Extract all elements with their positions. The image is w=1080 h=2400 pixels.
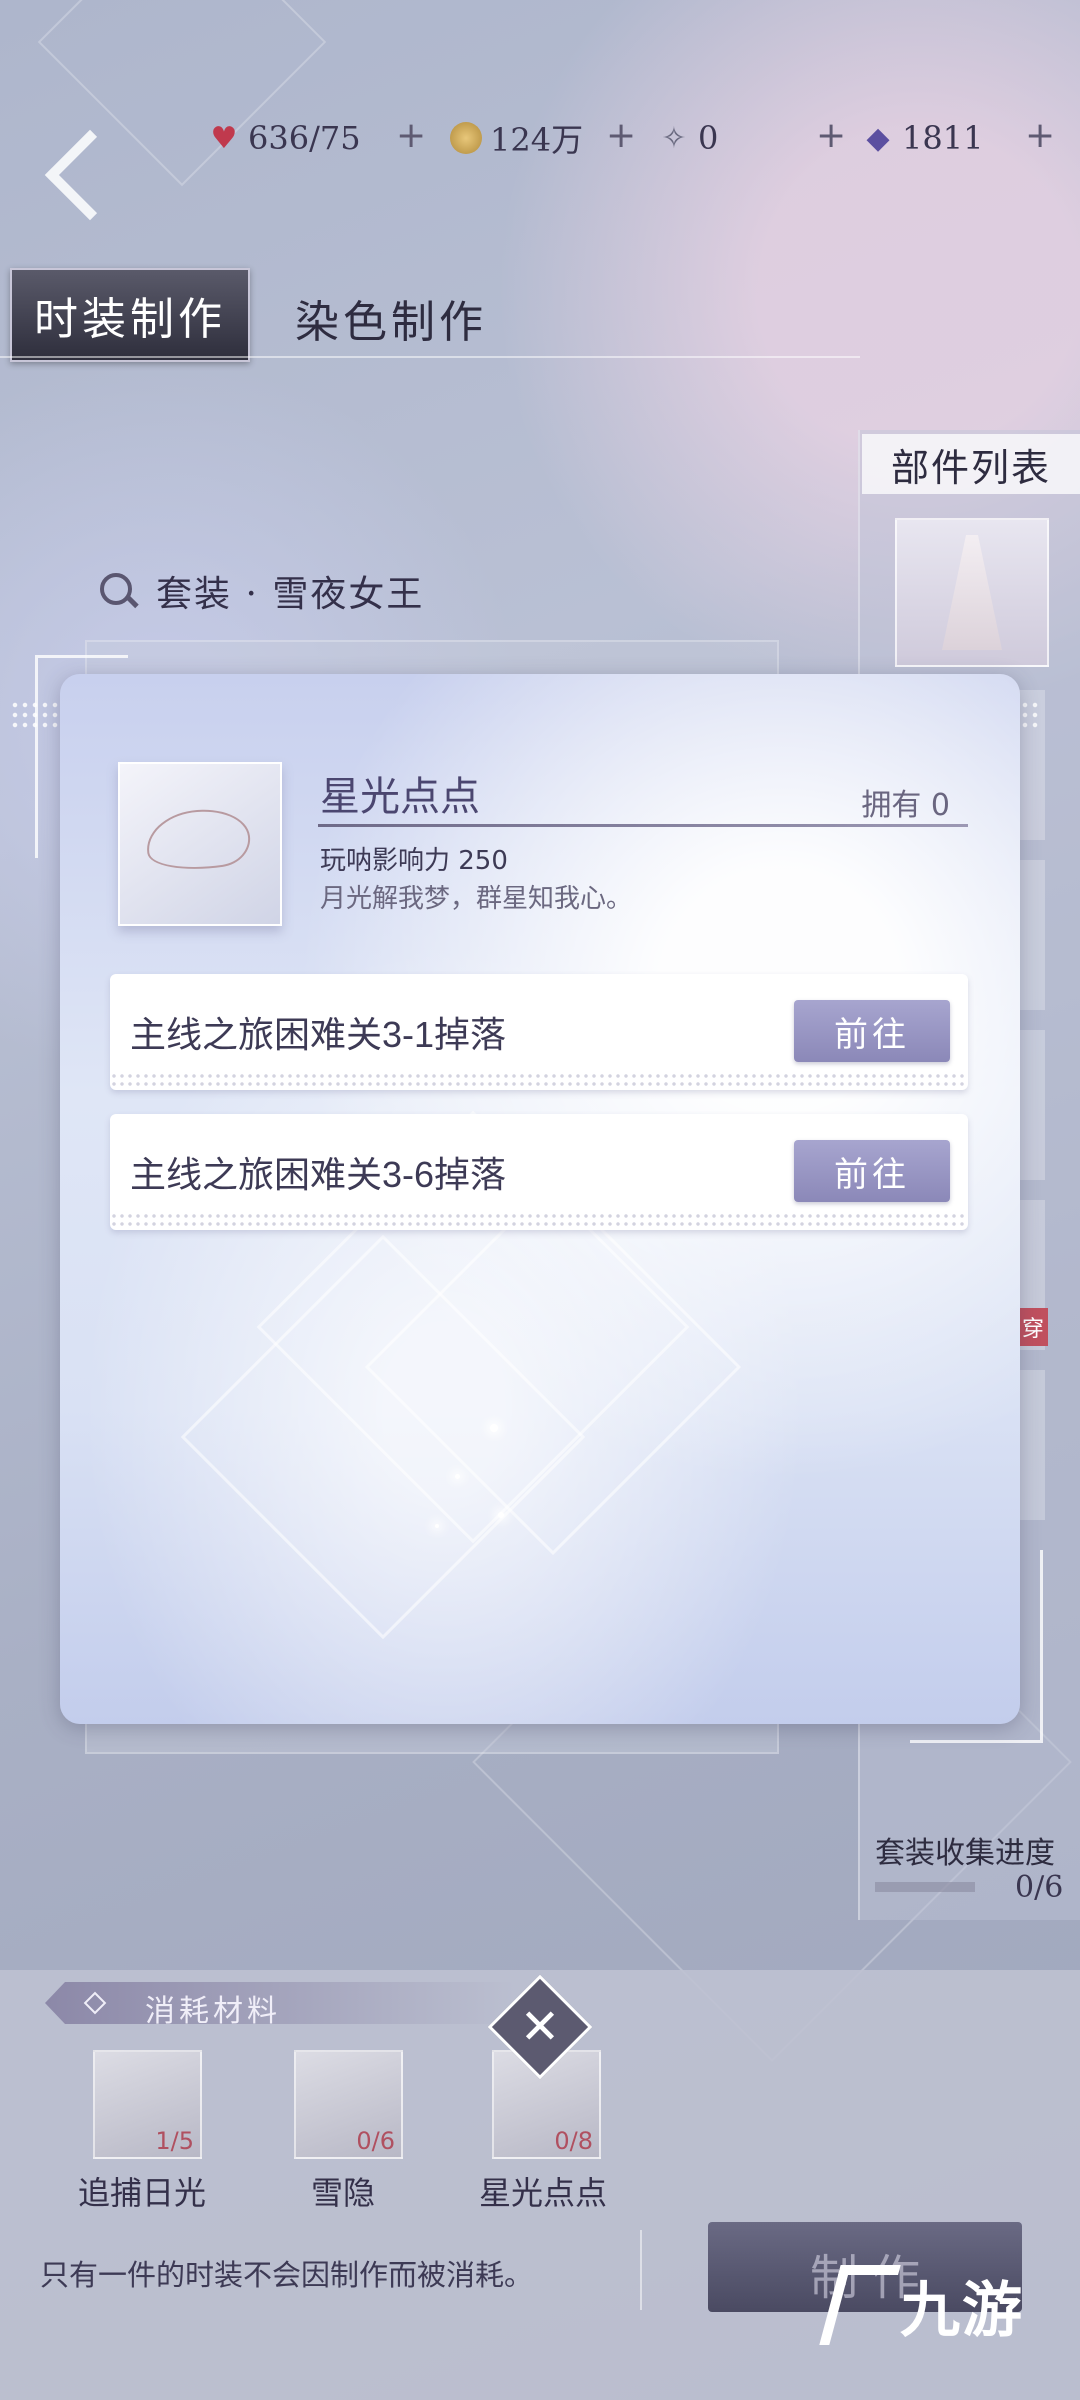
tab-divider [0, 356, 860, 358]
crafting-note: 只有一件的时装不会因制作而被消耗。 [40, 2260, 534, 2292]
item-description: 月光解我梦，群星知我心。 [320, 884, 633, 914]
source-row: 主线之旅困难关3-6掉落 前往 [110, 1114, 968, 1230]
go-button[interactable]: 前往 [794, 1000, 950, 1062]
add-stamina-button[interactable]: + [396, 115, 426, 156]
worn-tag: 穿 [1018, 1308, 1048, 1346]
currency-value: 124万 [490, 121, 584, 159]
collection-progress-label: 套装收集进度 [875, 1837, 1055, 1870]
back-button[interactable] [40, 125, 136, 221]
materials-title: 消耗材料 [45, 1982, 515, 2024]
collection-progress-bar [875, 1882, 975, 1892]
owned-count: 拥有 0 [861, 788, 950, 823]
add-crystal-button[interactable]: + [816, 115, 846, 156]
sparkle-decoration [490, 1424, 498, 1432]
currency-crystal: ✧ 0 + [656, 113, 846, 163]
material-count: 0/8 [554, 2127, 593, 2155]
sparkle-decoration [435, 1524, 439, 1528]
watermark-text: 九游 [900, 2276, 1024, 2346]
crystal-icon: ✧ [661, 120, 687, 156]
currency-value: 636/75 [248, 119, 361, 157]
close-icon: ✕ [519, 1999, 561, 2055]
collection-progress-value: 0/6 [1015, 1870, 1064, 1905]
suit-name: 套装 · 雪夜女王 [156, 574, 425, 615]
separator [640, 2230, 642, 2310]
tab-label: 时装制作 [34, 294, 226, 345]
gold-coin-icon [448, 120, 484, 156]
necklace-icon [142, 803, 254, 877]
materials-title-text: 消耗材料 [145, 1994, 281, 2029]
back-arrow-icon [44, 129, 136, 221]
add-diamond-button[interactable]: + [1025, 115, 1055, 156]
diamond-icon: ◆ [866, 120, 890, 156]
diamond-bullet-icon [83, 1991, 107, 2015]
sparkle-decoration [455, 1474, 460, 1479]
material-name: 星光点点 [478, 2175, 607, 2211]
currency-value: 0 [698, 119, 719, 157]
influence-value: 玩呐影响力 250 [320, 846, 508, 876]
dress-image [942, 535, 1002, 650]
currency-stamina: ♥ 636/75 + [206, 113, 427, 163]
row-dots-decoration [110, 1212, 968, 1230]
source-label: 主线之旅困难关3-1掉落 [130, 1014, 507, 1055]
item-source-modal: 星光点点 拥有 0 玩呐影响力 250 月光解我梦，群星知我心。 主线之旅困难关… [60, 674, 1020, 1724]
tab-fashion-crafting[interactable]: 时装制作 [10, 268, 250, 362]
item-icon [118, 762, 282, 926]
part-thumbnail-dress[interactable] [895, 518, 1049, 667]
material-count: 1/5 [155, 2127, 194, 2155]
currency-value: 1811 [902, 119, 984, 157]
item-name: 星光点点 [320, 775, 480, 819]
parts-list-title: 部件列表 [862, 434, 1080, 494]
material-name: 追捕日光 [77, 2175, 206, 2211]
currency-gold: 124万 + [448, 113, 636, 163]
heart-gem-icon: ♥ [210, 120, 238, 156]
source-row: 主线之旅困难关3-1掉落 前往 [110, 974, 968, 1090]
material-slot[interactable]: 1/5 [93, 2050, 202, 2159]
material-name: 雪隐 [310, 2175, 375, 2211]
tab-dye-crafting[interactable]: 染色制作 [295, 286, 487, 350]
go-button[interactable]: 前往 [794, 1140, 950, 1202]
material-count: 0/6 [356, 2127, 395, 2155]
add-gold-button[interactable]: + [606, 115, 636, 156]
search-icon [100, 573, 139, 609]
source-label: 主线之旅困难关3-6掉落 [130, 1154, 507, 1195]
currency-diamond: ◆ 1811 + [860, 113, 1055, 163]
sparkle-decoration [498, 1512, 504, 1518]
title-underline [318, 824, 968, 827]
suit-search[interactable]: 套装 · 雪夜女王 [100, 565, 424, 617]
material-slot[interactable]: 0/6 [294, 2050, 403, 2159]
row-dots-decoration [110, 1072, 968, 1090]
